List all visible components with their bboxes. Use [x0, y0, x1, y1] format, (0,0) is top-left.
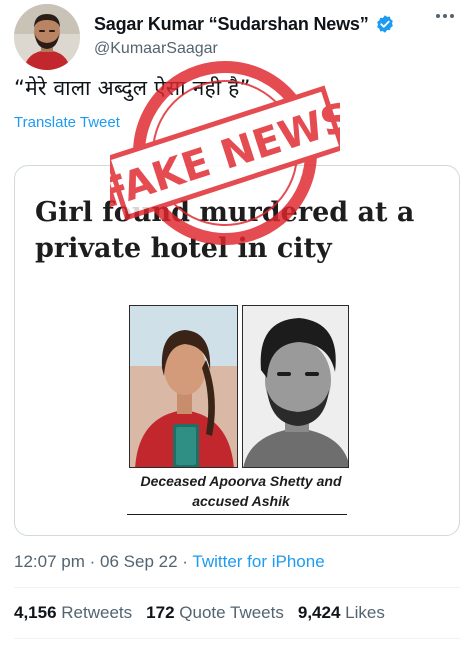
tweet-source-link[interactable]: Twitter for iPhone	[192, 552, 324, 571]
tweet-date[interactable]: 06 Sep 22	[100, 552, 178, 571]
likes-count: 9,424	[297, 603, 341, 622]
tweet: Sagar Kumar “Sudarshan News” @KumaarSaag…	[0, 0, 474, 647]
translate-tweet-link[interactable]: Translate Tweet	[14, 114, 120, 131]
quote-tweets-count: 172	[146, 603, 175, 622]
tweet-text: “मेरे वाला अब्दुल ऐसा नही है”	[14, 76, 251, 100]
photo-caption: Deceased Apoorva Shetty and accused Ashi…	[125, 471, 357, 511]
divider	[14, 638, 460, 639]
caption-line-2: accused Ashik	[192, 493, 290, 509]
likes-stat[interactable]: 9,424 Likes	[298, 603, 385, 623]
meta-separator-2: ·	[182, 552, 188, 571]
likes-label: Likes	[345, 603, 385, 622]
retweets-stat[interactable]: 4,156 Retweets	[14, 603, 132, 623]
author-name-row[interactable]: Sagar Kumar “Sudarshan News”	[94, 12, 395, 36]
quote-tweets-stat[interactable]: 172 Quote Tweets	[146, 603, 284, 623]
caption-line-1: Deceased Apoorva Shetty and	[140, 473, 342, 489]
card-headline: Girl found murdered at a private hotel i…	[35, 197, 415, 264]
quote-tweets-label: Quote Tweets	[179, 603, 284, 622]
caption-underline	[127, 514, 347, 515]
avatar-image	[14, 4, 80, 70]
photo-accused	[242, 305, 349, 468]
divider	[14, 587, 460, 588]
retweets-label: Retweets	[61, 603, 133, 622]
verified-badge-icon	[375, 14, 395, 34]
author-display-name[interactable]: Sagar Kumar “Sudarshan News”	[94, 14, 369, 35]
tweet-time[interactable]: 12:07 pm	[14, 552, 85, 571]
tweet-stats: 4,156 Retweets 172 Quote Tweets 9,424 Li…	[14, 603, 385, 623]
author-handle[interactable]: @KumaarSaagar	[94, 40, 218, 58]
tweet-media-card[interactable]: Girl found murdered at a private hotel i…	[14, 165, 460, 536]
meta-separator: ·	[89, 552, 96, 571]
tweet-meta: 12:07 pm · 06 Sep 22 · Twitter for iPhon…	[14, 552, 325, 572]
avatar[interactable]	[14, 4, 80, 70]
retweets-count: 4,156	[14, 603, 57, 622]
more-options-icon[interactable]	[436, 14, 460, 22]
photo-deceased	[129, 305, 238, 468]
